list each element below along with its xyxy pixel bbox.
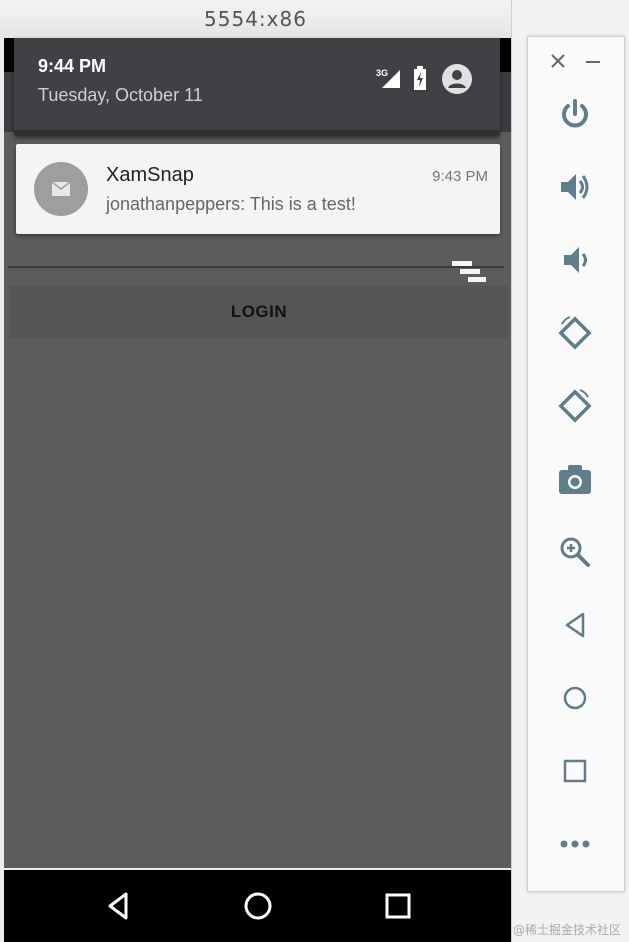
home-icon bbox=[563, 686, 587, 710]
side-home-button[interactable] bbox=[556, 679, 594, 717]
side-overview-button[interactable] bbox=[556, 752, 594, 790]
recents-icon[interactable] bbox=[380, 888, 416, 924]
zoom-icon bbox=[560, 537, 590, 567]
navigation-bar bbox=[4, 870, 511, 942]
volume-up-icon bbox=[561, 174, 589, 200]
minimize-icon[interactable] bbox=[586, 61, 600, 63]
battery-icon bbox=[414, 66, 426, 90]
close-icon[interactable] bbox=[550, 53, 566, 69]
app-content bbox=[4, 132, 511, 868]
rotate-left-button[interactable] bbox=[556, 314, 594, 352]
volume-down-button[interactable] bbox=[556, 241, 594, 279]
side-back-button[interactable] bbox=[556, 606, 594, 644]
more-button[interactable] bbox=[556, 825, 594, 863]
home-icon[interactable] bbox=[240, 888, 276, 924]
overflow-menu-icon[interactable] bbox=[452, 260, 488, 288]
emulator-side-toolbar bbox=[527, 36, 625, 892]
notification-time: 9:43 PM bbox=[432, 168, 488, 185]
divider bbox=[8, 266, 504, 268]
power-button[interactable] bbox=[556, 95, 594, 133]
rotate-right-icon bbox=[558, 389, 592, 423]
notification-app-avatar bbox=[34, 162, 88, 216]
window-title: 5554:x86 bbox=[0, 0, 511, 38]
overview-icon bbox=[563, 759, 587, 783]
camera-icon bbox=[559, 465, 591, 494]
mail-icon bbox=[52, 182, 70, 196]
screenshot-button[interactable] bbox=[556, 460, 594, 498]
shade-date[interactable]: Tuesday, October 11 bbox=[38, 85, 203, 106]
signal-icon bbox=[382, 70, 400, 88]
rotate-left-icon bbox=[558, 316, 592, 350]
shade-time: 9:44 PM bbox=[38, 56, 107, 76]
notification-card[interactable]: XamSnap 9:43 PM jonathanpeppers: This is… bbox=[16, 144, 500, 234]
notification-text: jonathanpeppers: This is a test! bbox=[106, 194, 356, 214]
notification-title: XamSnap bbox=[106, 164, 194, 186]
login-button[interactable]: LOGIN bbox=[10, 286, 508, 338]
more-icon bbox=[560, 840, 590, 848]
account-icon[interactable] bbox=[442, 64, 472, 94]
back-icon bbox=[565, 612, 585, 638]
rotate-right-button[interactable] bbox=[556, 387, 594, 425]
notification-shade-header[interactable]: 9:44 PM Tuesday, October 11 3G bbox=[14, 38, 500, 136]
zoom-button[interactable] bbox=[556, 533, 594, 571]
emulator-window: 5554:x86 LOGIN 9:44 PM Tuesday, October … bbox=[0, 0, 512, 942]
power-icon bbox=[562, 99, 588, 128]
volume-up-button[interactable] bbox=[556, 168, 594, 206]
volume-down-icon bbox=[564, 247, 587, 273]
back-icon[interactable] bbox=[100, 888, 136, 924]
watermark: @稀土掘金技术社区 bbox=[512, 923, 621, 937]
